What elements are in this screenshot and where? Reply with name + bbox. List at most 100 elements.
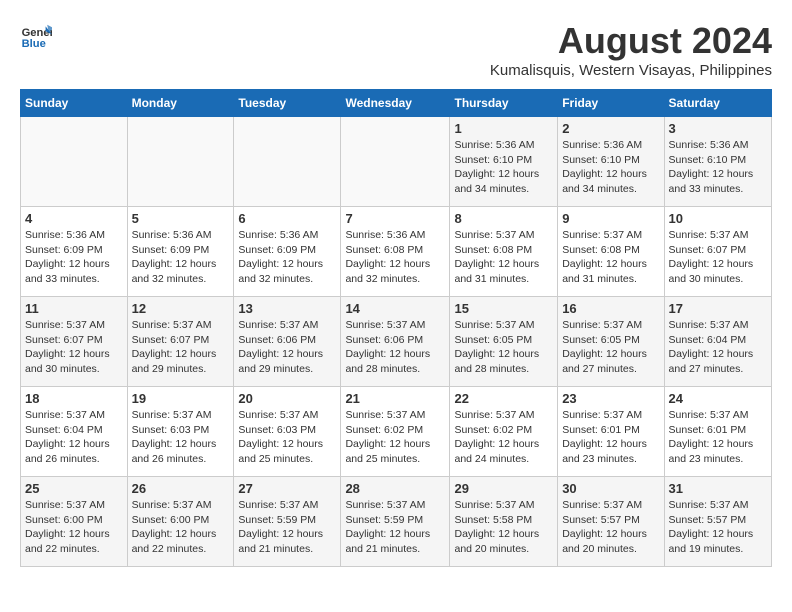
day-number: 14: [345, 301, 445, 316]
day-content: Sunrise: 5:37 AM Sunset: 6:07 PM Dayligh…: [25, 318, 123, 377]
day-cell: 4Sunrise: 5:36 AM Sunset: 6:09 PM Daylig…: [21, 207, 128, 297]
header-cell-thursday: Thursday: [450, 90, 558, 117]
week-row-5: 25 Sunrise: 5:37 AM Sunset: 6:00 PM Dayli…: [21, 477, 772, 567]
header-row: SundayMondayTuesdayWednesdayThursdayFrid…: [21, 90, 772, 117]
day-content: Sunrise: 5:37 AM Sunset: 6:04 PM Dayligh…: [669, 318, 767, 377]
day-number: 16: [562, 301, 659, 316]
day-content: Sunrise: 5:37 AM Sunset: 6:06 PM Dayligh…: [238, 318, 336, 377]
day-cell: 14 Sunrise: 5:37 AM Sunset: 6:06 PM Dayli…: [341, 297, 450, 387]
header-cell-wednesday: Wednesday: [341, 90, 450, 117]
day-cell: 7 Sunrise: 5:36 AM Sunset: 6:08 PM Daylig…: [341, 207, 450, 297]
day-content: Sunrise: 5:36 AM Sunset: 6:10 PM Dayligh…: [562, 138, 659, 197]
day-cell: 5Sunrise: 5:36 AM Sunset: 6:09 PM Daylig…: [127, 207, 234, 297]
week-row-1: 1 Sunrise: 5:36 AM Sunset: 6:10 PM Daylig…: [21, 117, 772, 207]
day-content: Sunrise: 5:37 AM Sunset: 6:00 PM Dayligh…: [25, 498, 123, 557]
day-content: Sunrise: 5:37 AM Sunset: 6:00 PM Dayligh…: [132, 498, 230, 557]
day-cell: 18 Sunrise: 5:37 AM Sunset: 6:04 PM Dayli…: [21, 387, 128, 477]
day-content: Sunrise: 5:37 AM Sunset: 6:08 PM Dayligh…: [454, 228, 553, 287]
day-cell: 21 Sunrise: 5:37 AM Sunset: 6:02 PM Dayli…: [341, 387, 450, 477]
day-cell: 2 Sunrise: 5:36 AM Sunset: 6:10 PM Daylig…: [558, 117, 664, 207]
logo-icon: General Blue: [20, 20, 52, 52]
day-number: 1: [454, 121, 553, 136]
day-content: Sunrise: 5:37 AM Sunset: 6:07 PM Dayligh…: [669, 228, 767, 287]
week-row-3: 11 Sunrise: 5:37 AM Sunset: 6:07 PM Dayli…: [21, 297, 772, 387]
day-number: 28: [345, 481, 445, 496]
day-content: Sunrise: 5:36 AM Sunset: 6:09 PM Dayligh…: [132, 228, 230, 287]
day-number: 20: [238, 391, 336, 406]
day-content: Sunrise: 5:36 AM Sunset: 6:10 PM Dayligh…: [669, 138, 767, 197]
title-area: August 2024 Kumalisquis, Western Visayas…: [490, 20, 772, 79]
day-content: Sunrise: 5:37 AM Sunset: 6:01 PM Dayligh…: [669, 408, 767, 467]
day-cell: [127, 117, 234, 207]
day-number: 11: [25, 301, 123, 316]
day-content: Sunrise: 5:37 AM Sunset: 6:04 PM Dayligh…: [25, 408, 123, 467]
day-number: 17: [669, 301, 767, 316]
day-content: Sunrise: 5:36 AM Sunset: 6:10 PM Dayligh…: [454, 138, 553, 197]
day-content: Sunrise: 5:37 AM Sunset: 5:57 PM Dayligh…: [669, 498, 767, 557]
day-content: Sunrise: 5:37 AM Sunset: 5:58 PM Dayligh…: [454, 498, 553, 557]
day-cell: 28 Sunrise: 5:37 AM Sunset: 5:59 PM Dayli…: [341, 477, 450, 567]
header-cell-monday: Monday: [127, 90, 234, 117]
day-number: 6: [238, 211, 336, 226]
day-number: 24: [669, 391, 767, 406]
calendar-body: 1 Sunrise: 5:36 AM Sunset: 6:10 PM Daylig…: [21, 117, 772, 567]
calendar-table: SundayMondayTuesdayWednesdayThursdayFrid…: [20, 89, 772, 567]
day-cell: 12Sunrise: 5:37 AM Sunset: 6:07 PM Dayli…: [127, 297, 234, 387]
day-content: Sunrise: 5:37 AM Sunset: 6:08 PM Dayligh…: [562, 228, 659, 287]
day-number: 13: [238, 301, 336, 316]
day-cell: 22Sunrise: 5:37 AM Sunset: 6:02 PM Dayli…: [450, 387, 558, 477]
day-number: 8: [454, 211, 553, 226]
day-cell: 19 Sunrise: 5:37 AM Sunset: 6:03 PM Dayli…: [127, 387, 234, 477]
month-year-title: August 2024: [490, 20, 772, 62]
day-cell: [341, 117, 450, 207]
day-cell: 6 Sunrise: 5:36 AM Sunset: 6:09 PM Daylig…: [234, 207, 341, 297]
day-cell: 20 Sunrise: 5:37 AM Sunset: 6:03 PM Dayli…: [234, 387, 341, 477]
day-content: Sunrise: 5:36 AM Sunset: 6:09 PM Dayligh…: [238, 228, 336, 287]
day-number: 29: [454, 481, 553, 496]
day-number: 27: [238, 481, 336, 496]
day-content: Sunrise: 5:37 AM Sunset: 6:05 PM Dayligh…: [454, 318, 553, 377]
day-content: Sunrise: 5:37 AM Sunset: 5:57 PM Dayligh…: [562, 498, 659, 557]
day-cell: 11 Sunrise: 5:37 AM Sunset: 6:07 PM Dayli…: [21, 297, 128, 387]
day-content: Sunrise: 5:37 AM Sunset: 6:07 PM Dayligh…: [132, 318, 230, 377]
day-number: 30: [562, 481, 659, 496]
header-cell-friday: Friday: [558, 90, 664, 117]
day-number: 2: [562, 121, 659, 136]
day-cell: 25 Sunrise: 5:37 AM Sunset: 6:00 PM Dayli…: [21, 477, 128, 567]
day-number: 22: [454, 391, 553, 406]
day-content: Sunrise: 5:37 AM Sunset: 6:05 PM Dayligh…: [562, 318, 659, 377]
header-cell-saturday: Saturday: [664, 90, 771, 117]
header-cell-sunday: Sunday: [21, 90, 128, 117]
day-cell: 24 Sunrise: 5:37 AM Sunset: 6:01 PM Dayli…: [664, 387, 771, 477]
day-cell: 10Sunrise: 5:37 AM Sunset: 6:07 PM Dayli…: [664, 207, 771, 297]
week-row-4: 18 Sunrise: 5:37 AM Sunset: 6:04 PM Dayli…: [21, 387, 772, 477]
day-number: 18: [25, 391, 123, 406]
day-content: Sunrise: 5:36 AM Sunset: 6:08 PM Dayligh…: [345, 228, 445, 287]
day-number: 7: [345, 211, 445, 226]
day-content: Sunrise: 5:37 AM Sunset: 6:03 PM Dayligh…: [238, 408, 336, 467]
day-content: Sunrise: 5:37 AM Sunset: 6:03 PM Dayligh…: [132, 408, 230, 467]
page-header: General Blue August 2024 Kumalisquis, We…: [20, 20, 772, 79]
header-cell-tuesday: Tuesday: [234, 90, 341, 117]
day-cell: 23Sunrise: 5:37 AM Sunset: 6:01 PM Dayli…: [558, 387, 664, 477]
day-cell: 13 Sunrise: 5:37 AM Sunset: 6:06 PM Dayli…: [234, 297, 341, 387]
day-content: Sunrise: 5:36 AM Sunset: 6:09 PM Dayligh…: [25, 228, 123, 287]
logo: General Blue: [20, 20, 52, 52]
day-cell: 9Sunrise: 5:37 AM Sunset: 6:08 PM Daylig…: [558, 207, 664, 297]
day-cell: 1 Sunrise: 5:36 AM Sunset: 6:10 PM Daylig…: [450, 117, 558, 207]
day-content: Sunrise: 5:37 AM Sunset: 6:02 PM Dayligh…: [345, 408, 445, 467]
day-number: 31: [669, 481, 767, 496]
day-cell: 17 Sunrise: 5:37 AM Sunset: 6:04 PM Dayli…: [664, 297, 771, 387]
day-content: Sunrise: 5:37 AM Sunset: 5:59 PM Dayligh…: [345, 498, 445, 557]
day-number: 15: [454, 301, 553, 316]
svg-text:Blue: Blue: [22, 38, 46, 50]
day-number: 21: [345, 391, 445, 406]
day-content: Sunrise: 5:37 AM Sunset: 6:06 PM Dayligh…: [345, 318, 445, 377]
day-cell: 26 Sunrise: 5:37 AM Sunset: 6:00 PM Dayli…: [127, 477, 234, 567]
day-number: 25: [25, 481, 123, 496]
day-cell: 3Sunrise: 5:36 AM Sunset: 6:10 PM Daylig…: [664, 117, 771, 207]
day-cell: 29 Sunrise: 5:37 AM Sunset: 5:58 PM Dayli…: [450, 477, 558, 567]
week-row-2: 4Sunrise: 5:36 AM Sunset: 6:09 PM Daylig…: [21, 207, 772, 297]
day-number: 19: [132, 391, 230, 406]
day-number: 26: [132, 481, 230, 496]
